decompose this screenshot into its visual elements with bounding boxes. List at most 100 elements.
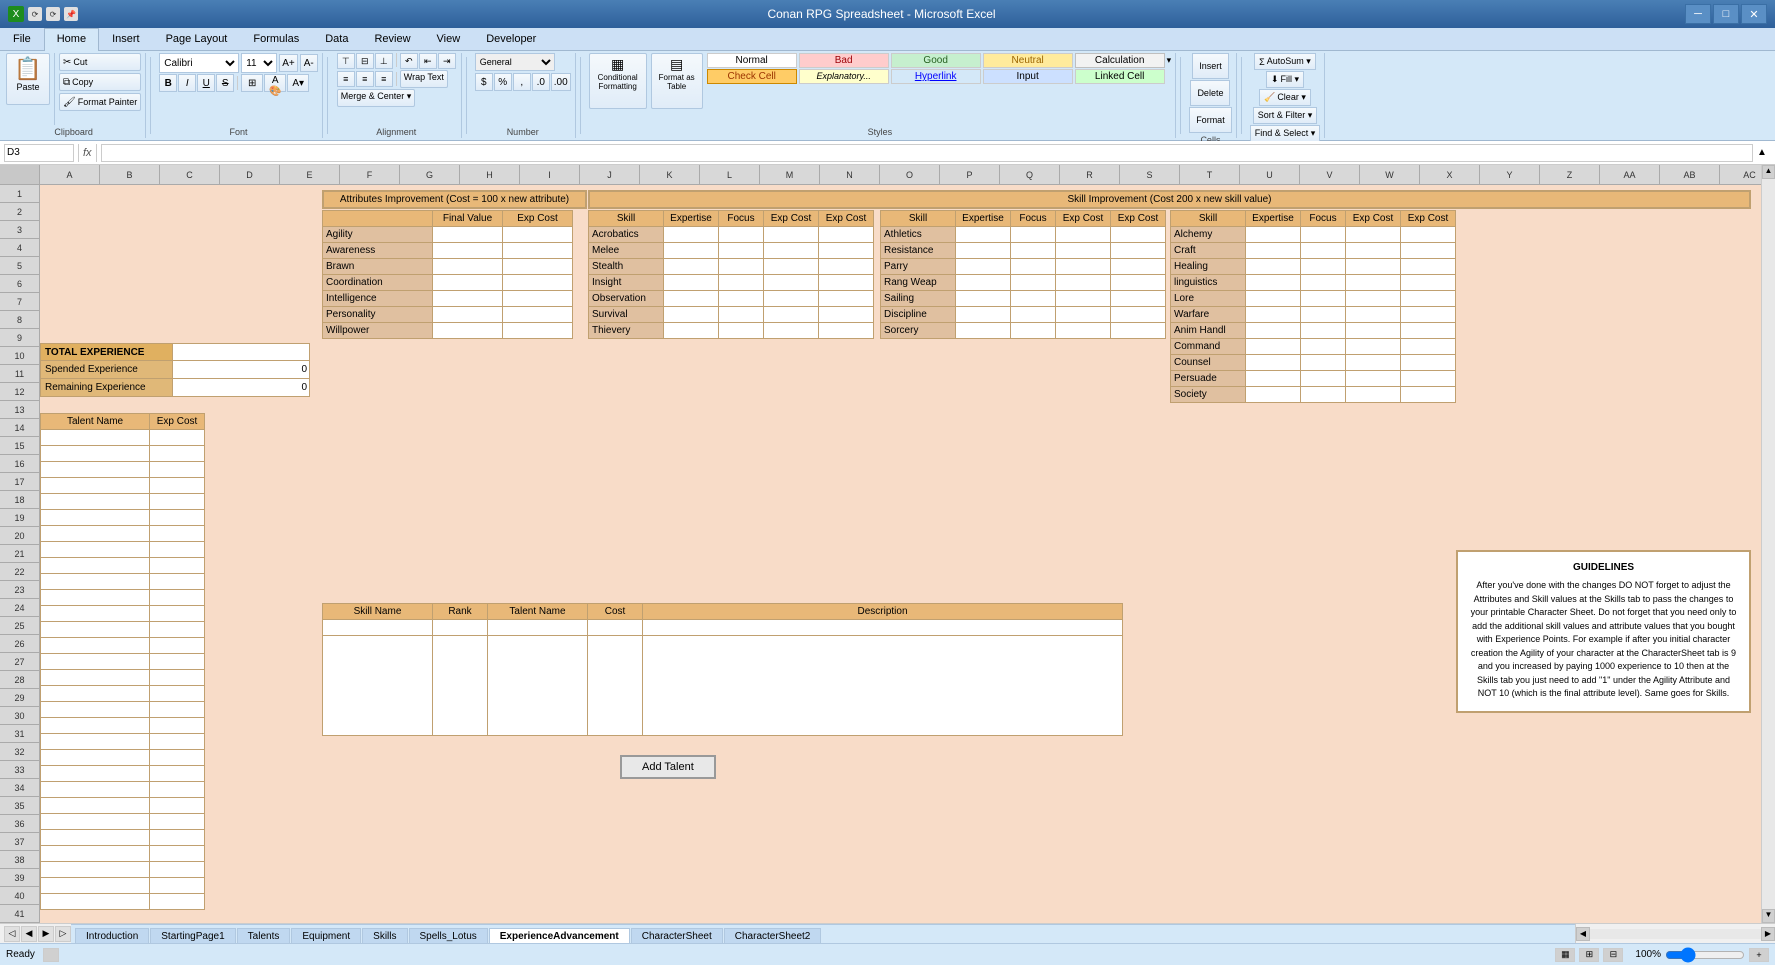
col-header-V[interactable]: V bbox=[1300, 165, 1360, 184]
fill-button[interactable]: ⬇Fill ▾ bbox=[1266, 71, 1304, 88]
indent-increase-button[interactable]: ⇥ bbox=[438, 53, 456, 69]
sheet-tab-next-button[interactable]: ▶ bbox=[38, 926, 54, 942]
remaining-exp-input[interactable] bbox=[173, 379, 309, 396]
col-header-J[interactable]: J bbox=[580, 165, 640, 184]
col-header-Y[interactable]: Y bbox=[1480, 165, 1540, 184]
italic-button[interactable]: I bbox=[178, 74, 196, 92]
tab-equipment[interactable]: Equipment bbox=[291, 928, 361, 944]
font-size-select[interactable]: 11 bbox=[241, 53, 277, 73]
minimize-button[interactable]: ─ bbox=[1685, 4, 1711, 24]
comma-button[interactable]: , bbox=[513, 73, 531, 91]
col-header-S[interactable]: S bbox=[1120, 165, 1180, 184]
increase-decimal-button[interactable]: .0 bbox=[532, 73, 550, 91]
wrap-text-button[interactable]: Wrap Text bbox=[400, 70, 448, 88]
decrease-font-button[interactable]: A- bbox=[300, 54, 318, 72]
accounting-format-button[interactable]: $ bbox=[475, 73, 493, 91]
scroll-left-button[interactable]: ◀ bbox=[1576, 927, 1590, 941]
tab-introduction[interactable]: Introduction bbox=[75, 928, 149, 944]
decrease-decimal-button[interactable]: .00 bbox=[551, 73, 571, 91]
align-center-button[interactable]: ≡ bbox=[356, 71, 374, 87]
tab-page-layout[interactable]: Page Layout bbox=[153, 28, 241, 50]
col-header-D[interactable]: D bbox=[220, 165, 280, 184]
style-good-cell[interactable]: Good bbox=[891, 53, 981, 68]
format-button[interactable]: Format bbox=[1189, 107, 1232, 133]
align-bottom-button[interactable]: ⊥ bbox=[375, 53, 393, 69]
sheet-tab-prev2-button[interactable]: ◀ bbox=[21, 926, 37, 942]
tab-home[interactable]: Home bbox=[44, 28, 99, 51]
col-header-G[interactable]: G bbox=[400, 165, 460, 184]
tab-developer[interactable]: Developer bbox=[473, 28, 549, 50]
scroll-down-button[interactable]: ▼ bbox=[1762, 909, 1775, 923]
spent-exp-input[interactable] bbox=[173, 361, 309, 378]
tab-formulas[interactable]: Formulas bbox=[240, 28, 312, 50]
sheet-tab-prev-button[interactable]: ◁ bbox=[4, 926, 20, 942]
text-direction-button[interactable]: ↶ bbox=[400, 53, 418, 69]
col-header-H[interactable]: H bbox=[460, 165, 520, 184]
number-format-select[interactable]: General bbox=[475, 53, 555, 71]
col-header-W[interactable]: W bbox=[1360, 165, 1420, 184]
formula-expand-icon[interactable]: ▲ bbox=[1757, 147, 1771, 158]
style-input-cell[interactable]: Input bbox=[983, 69, 1073, 84]
col-header-T[interactable]: T bbox=[1180, 165, 1240, 184]
horizontal-scrollbar[interactable]: ◀ ▶ bbox=[1575, 924, 1775, 943]
style-explanatory-cell[interactable]: Explanatory... bbox=[799, 69, 889, 84]
attr-personality-cost[interactable] bbox=[503, 307, 573, 323]
col-header-Z[interactable]: Z bbox=[1540, 165, 1600, 184]
conditional-formatting-button[interactable]: ▦ Conditional Formatting bbox=[589, 53, 647, 109]
align-right-button[interactable]: ≡ bbox=[375, 71, 393, 87]
page-layout-button[interactable]: ⊞ bbox=[1579, 948, 1599, 962]
tab-review[interactable]: Review bbox=[361, 28, 423, 50]
col-header-AB[interactable]: AB bbox=[1660, 165, 1720, 184]
tab-spells-lotus[interactable]: Spells_Lotus bbox=[409, 928, 488, 944]
style-neutral-cell[interactable]: Neutral bbox=[983, 53, 1073, 68]
col-header-L[interactable]: L bbox=[700, 165, 760, 184]
underline-button[interactable]: U bbox=[197, 74, 215, 92]
col-header-Q[interactable]: Q bbox=[1000, 165, 1060, 184]
attr-agility-cost[interactable] bbox=[503, 227, 573, 243]
col-header-I[interactable]: I bbox=[520, 165, 580, 184]
col-header-N[interactable]: N bbox=[820, 165, 880, 184]
tab-experience-advancement[interactable]: ExperienceAdvancement bbox=[489, 928, 630, 944]
right-scrollbar[interactable]: ▲ ▼ bbox=[1761, 165, 1775, 923]
attr-intelligence-cost[interactable] bbox=[503, 291, 573, 307]
delete-button[interactable]: Delete bbox=[1190, 80, 1230, 106]
attr-brawn-cost[interactable] bbox=[503, 259, 573, 275]
tab-character-sheet[interactable]: CharacterSheet bbox=[631, 928, 723, 944]
tab-character-sheet2[interactable]: CharacterSheet2 bbox=[724, 928, 822, 944]
col-header-U[interactable]: U bbox=[1240, 165, 1300, 184]
tab-talents[interactable]: Talents bbox=[237, 928, 291, 944]
styles-dropdown[interactable]: ▾ bbox=[1167, 53, 1172, 68]
style-bad-cell[interactable]: Bad bbox=[799, 53, 889, 68]
attr-personality-final[interactable] bbox=[433, 307, 503, 323]
align-middle-button[interactable]: ⊟ bbox=[356, 53, 374, 69]
paste-button[interactable]: 📋 Paste bbox=[6, 53, 50, 105]
tab-insert[interactable]: Insert bbox=[99, 28, 153, 50]
attr-willpower-final[interactable] bbox=[433, 323, 503, 339]
tab-file[interactable]: File bbox=[0, 28, 44, 50]
attr-agility-final[interactable] bbox=[433, 227, 503, 243]
indent-decrease-button[interactable]: ⇤ bbox=[419, 53, 437, 69]
col-header-AA[interactable]: AA bbox=[1600, 165, 1660, 184]
spreadsheet-content[interactable]: Attributes Improvement (Cost = 100 x new… bbox=[40, 185, 1761, 923]
attr-brawn-final[interactable] bbox=[433, 259, 503, 275]
percent-button[interactable]: % bbox=[494, 73, 512, 91]
col-header-E[interactable]: E bbox=[280, 165, 340, 184]
attr-intelligence-final[interactable] bbox=[433, 291, 503, 307]
font-name-select[interactable]: Calibri bbox=[159, 53, 239, 73]
autosum-button[interactable]: ΣAutoSum ▾ bbox=[1254, 53, 1316, 70]
style-normal-cell[interactable]: Normal bbox=[707, 53, 797, 68]
strikethrough-button[interactable]: S bbox=[216, 74, 234, 92]
sheet-tab-next2-button[interactable]: ▷ bbox=[55, 926, 71, 942]
scroll-right-button[interactable]: ▶ bbox=[1761, 927, 1775, 941]
col-header-R[interactable]: R bbox=[1060, 165, 1120, 184]
style-linked-cell[interactable]: Linked Cell bbox=[1075, 69, 1165, 84]
maximize-button[interactable]: □ bbox=[1713, 4, 1739, 24]
attr-willpower-cost[interactable] bbox=[503, 323, 573, 339]
col-header-A[interactable]: A bbox=[40, 165, 100, 184]
add-talent-button[interactable]: Add Talent bbox=[620, 755, 716, 779]
tab-skills[interactable]: Skills bbox=[362, 928, 407, 944]
col-header-C[interactable]: C bbox=[160, 165, 220, 184]
cell-reference-input[interactable] bbox=[4, 144, 74, 162]
tab-view[interactable]: View bbox=[424, 28, 474, 50]
scroll-up-button[interactable]: ▲ bbox=[1762, 165, 1775, 179]
